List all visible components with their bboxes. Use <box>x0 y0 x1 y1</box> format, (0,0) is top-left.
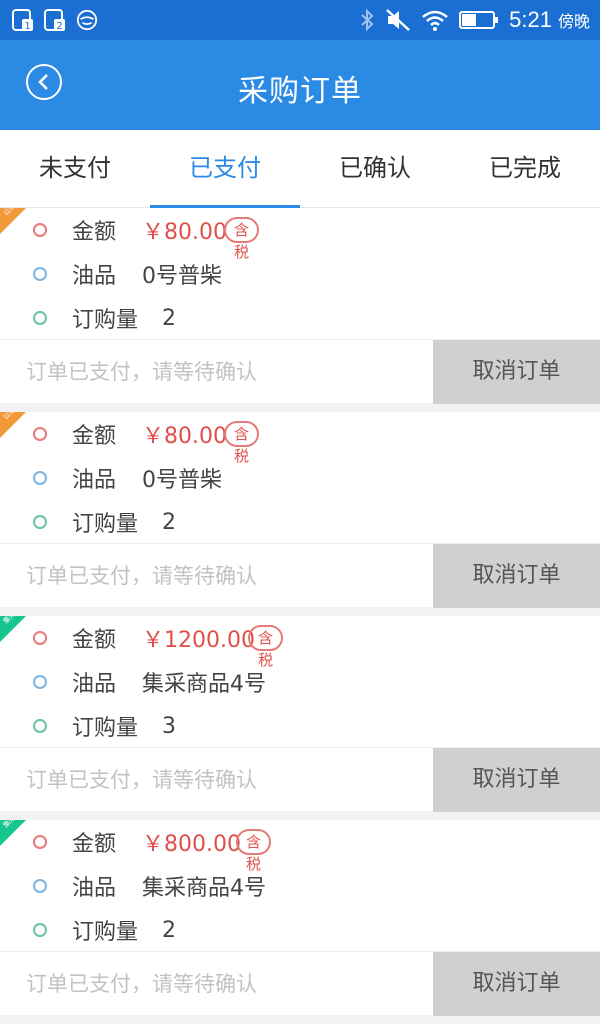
quantity-label: 订购量 <box>72 716 139 741</box>
quantity-label: 订购量 <box>72 920 139 945</box>
order-status-text: 订单已支付，请等待确认 <box>26 768 257 792</box>
order-details: 公采 金额 ￥80.00 含税 油品 0号普柴 订购量 2 <box>0 208 600 339</box>
quantity-label: 订购量 <box>72 308 139 333</box>
bullet-icon <box>33 675 47 689</box>
tab-unpaid[interactable]: 未支付 <box>0 130 150 207</box>
order-quantity: 3 <box>162 713 176 739</box>
notification-1-icon: 1 <box>12 9 33 32</box>
bullet-icon <box>33 515 47 529</box>
amount-label: 金额 <box>72 628 117 653</box>
oil-product: 集采商品4号 <box>142 876 266 901</box>
bullet-icon <box>33 471 47 485</box>
status-bar: 1 2 5:21 傍晚 <box>0 0 600 40</box>
tax-included-badge: 含税 <box>224 421 260 465</box>
wifi-icon <box>422 10 448 31</box>
battery-icon <box>459 11 499 29</box>
bullet-icon <box>33 631 47 645</box>
svg-text:2: 2 <box>56 21 62 32</box>
order-details: 集采 金额 ￥1200.00 含税 油品 集采商品4号 订购量 3 <box>0 616 600 747</box>
oil-label: 油品 <box>72 264 117 289</box>
bullet-icon <box>33 427 47 441</box>
cancel-order-button[interactable]: 取消订单 <box>433 748 600 812</box>
order-details: 公采 金额 ￥80.00 含税 油品 0号普柴 订购量 2 <box>0 412 600 543</box>
tax-included-badge: 含税 <box>224 217 260 261</box>
order-quantity: 2 <box>162 305 176 331</box>
status-bar-right: 5:21 傍晚 <box>359 0 590 40</box>
tab-confirmed[interactable]: 已确认 <box>300 130 450 207</box>
order-card[interactable]: 公采 金额 ￥80.00 含税 油品 0号普柴 订购量 2 订单已支付，请等待确… <box>0 412 600 608</box>
order-quantity: 2 <box>162 917 176 943</box>
cancel-order-button[interactable]: 取消订单 <box>433 340 600 404</box>
order-card[interactable]: 公采 金额 ￥80.00 含税 油品 0号普柴 订购量 2 订单已支付，请等待确… <box>0 208 600 404</box>
bluetooth-icon <box>361 8 374 32</box>
bullet-icon <box>33 719 47 733</box>
status-bar-left: 1 2 <box>12 6 98 34</box>
bullet-icon <box>33 267 47 281</box>
order-status-text: 订单已支付，请等待确认 <box>26 360 257 384</box>
order-quantity: 2 <box>162 509 176 535</box>
order-details: 集采 金额 ￥800.00 含税 油品 集采商品4号 订购量 2 <box>0 820 600 951</box>
page-title: 采购订单 <box>238 74 362 109</box>
order-price: ￥80.00 <box>142 220 227 245</box>
mute-icon <box>386 9 410 31</box>
tax-included-badge: 含税 <box>248 625 284 669</box>
order-list: 公采 金额 ￥80.00 含税 油品 0号普柴 订购量 2 订单已支付，请等待确… <box>0 208 600 1024</box>
order-price: ￥1200.00 <box>142 628 255 653</box>
cancel-order-button[interactable]: 取消订单 <box>433 544 600 608</box>
oil-product: 0号普柴 <box>142 264 222 289</box>
clock-period: 傍晚 <box>557 12 590 31</box>
order-price: ￥800.00 <box>142 832 241 857</box>
app-header: 采购订单 <box>0 40 600 130</box>
cancel-order-button[interactable]: 取消订单 <box>433 952 600 1016</box>
bullet-icon <box>33 879 47 893</box>
order-footer: 订单已支付，请等待确认 取消订单 <box>0 543 600 608</box>
order-price: ￥80.00 <box>142 424 227 449</box>
order-footer: 订单已支付，请等待确认 取消订单 <box>0 951 600 1016</box>
amount-label: 金额 <box>72 220 117 245</box>
amount-label: 金额 <box>72 424 117 449</box>
order-status-tabs: 未支付 已支付 已确认 已完成 <box>0 130 600 208</box>
mask-app-icon <box>76 9 98 31</box>
amount-label: 金额 <box>72 832 117 857</box>
svg-text:1: 1 <box>24 21 30 32</box>
bullet-icon <box>33 835 47 849</box>
order-footer: 订单已支付，请等待确认 取消订单 <box>0 339 600 404</box>
tab-completed[interactable]: 已完成 <box>450 130 600 207</box>
tax-included-badge: 含税 <box>236 829 272 873</box>
bullet-icon <box>33 223 47 237</box>
order-status-text: 订单已支付，请等待确认 <box>26 972 257 996</box>
order-status-text: 订单已支付，请等待确认 <box>26 564 257 588</box>
bullet-icon <box>33 311 47 325</box>
order-card[interactable]: 集采 金额 ￥1200.00 含税 油品 集采商品4号 订购量 3 订单已支付，… <box>0 616 600 812</box>
notification-2-icon: 2 <box>44 9 65 32</box>
oil-label: 油品 <box>72 672 117 697</box>
oil-product: 0号普柴 <box>142 468 222 493</box>
order-footer: 订单已支付，请等待确认 取消订单 <box>0 747 600 812</box>
order-card[interactable]: 集采 金额 ￥800.00 含税 油品 集采商品4号 订购量 2 订单已支付，请… <box>0 820 600 1016</box>
oil-label: 油品 <box>72 468 117 493</box>
clock-time: 5:21 <box>509 7 552 32</box>
bullet-icon <box>33 923 47 937</box>
oil-label: 油品 <box>72 876 117 901</box>
quantity-label: 订购量 <box>72 512 139 537</box>
tab-paid[interactable]: 已支付 <box>150 130 300 208</box>
oil-product: 集采商品4号 <box>142 672 266 697</box>
